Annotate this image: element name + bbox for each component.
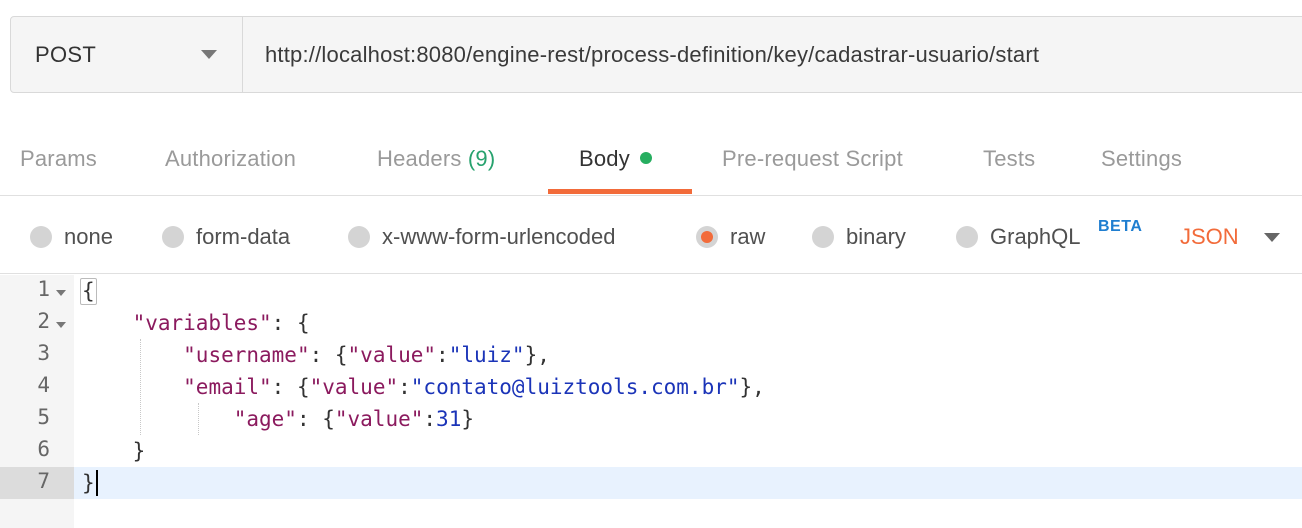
tab-tests[interactable]: Tests: [983, 146, 1035, 172]
radio-label: GraphQL: [990, 224, 1081, 249]
request-url-box: POST http://localhost:8080/engine-rest/p…: [10, 16, 1302, 93]
active-line-highlight: [74, 467, 1302, 499]
radio-icon: [956, 226, 978, 248]
radio-none[interactable]: none: [30, 224, 113, 250]
format-select[interactable]: JSON: [1180, 224, 1239, 250]
radio-graphql[interactable]: GraphQL BETA: [956, 218, 1142, 250]
active-tab-indicator: [548, 189, 692, 194]
radio-label: x-www-form-urlencoded: [382, 224, 616, 249]
fold-arrow-icon[interactable]: [56, 322, 66, 328]
code-line-3: "username": {"value":"luiz"},: [183, 343, 550, 367]
line-number: 3: [37, 341, 50, 365]
chevron-down-icon[interactable]: [1264, 233, 1280, 242]
tab-label: Params: [20, 146, 97, 171]
radio-label: none: [64, 224, 113, 249]
headers-count-badge: (9): [467, 146, 496, 171]
radio-label: raw: [730, 224, 766, 249]
status-dot-icon: [639, 152, 652, 164]
radio-label: form-data: [196, 224, 291, 249]
tab-label: Tests: [983, 146, 1036, 171]
radio-icon: [348, 226, 370, 248]
radio-checked-icon: [696, 226, 718, 248]
method-select[interactable]: POST: [11, 17, 243, 92]
body-type-options: none form-data x-www-form-urlencoded raw…: [0, 200, 1302, 274]
request-tabs: Params Authorization Headers (9) Body Pr…: [0, 128, 1302, 196]
tab-label: Body: [579, 146, 630, 171]
code-line-2: "variables": {: [132, 311, 310, 335]
beta-badge: BETA: [1098, 218, 1143, 235]
line-number: 5: [37, 405, 50, 429]
radio-raw[interactable]: raw: [696, 224, 765, 250]
tab-params[interactable]: Params: [20, 146, 97, 172]
tab-label: Headers: [377, 146, 462, 171]
radio-label: binary: [846, 224, 906, 249]
code-line-6: }: [132, 439, 146, 463]
request-bar: POST http://localhost:8080/engine-rest/p…: [0, 0, 1302, 110]
tab-authorization[interactable]: Authorization: [165, 146, 296, 172]
code-editor[interactable]: 1 2 3 4 5 6 7 { "variables": { "username…: [0, 275, 1302, 528]
radio-icon: [812, 226, 834, 248]
tab-settings[interactable]: Settings: [1101, 146, 1182, 172]
tab-body[interactable]: Body: [579, 146, 652, 172]
text-cursor: [96, 470, 98, 496]
fold-arrow-icon[interactable]: [56, 290, 66, 296]
radio-icon: [30, 226, 52, 248]
method-label: POST: [35, 41, 97, 67]
code-line-1: {: [82, 279, 95, 303]
radio-binary[interactable]: binary: [812, 224, 906, 250]
line-number: 2: [37, 309, 50, 333]
line-number: 7: [37, 469, 50, 493]
line-number: 4: [37, 373, 50, 397]
tab-label: Pre-request Script: [722, 146, 903, 171]
line-number: 6: [37, 437, 50, 461]
tab-pre-request-script[interactable]: Pre-request Script: [722, 146, 903, 172]
radio-form-data[interactable]: form-data: [162, 224, 290, 250]
tab-label: Authorization: [165, 146, 297, 171]
url-input[interactable]: http://localhost:8080/engine-rest/proces…: [265, 17, 1039, 92]
chevron-down-icon: [201, 50, 217, 59]
code-line-5: "age": {"value":31}: [233, 407, 474, 431]
tab-headers[interactable]: Headers (9): [377, 146, 495, 172]
code-line-7: }: [82, 471, 95, 495]
radio-icon: [162, 226, 184, 248]
radio-urlencoded[interactable]: x-www-form-urlencoded: [348, 224, 616, 250]
line-number: 1: [37, 277, 50, 301]
tab-label: Settings: [1101, 146, 1183, 171]
code-line-4: "email": {"value":"contato@luiztools.com…: [183, 375, 765, 399]
